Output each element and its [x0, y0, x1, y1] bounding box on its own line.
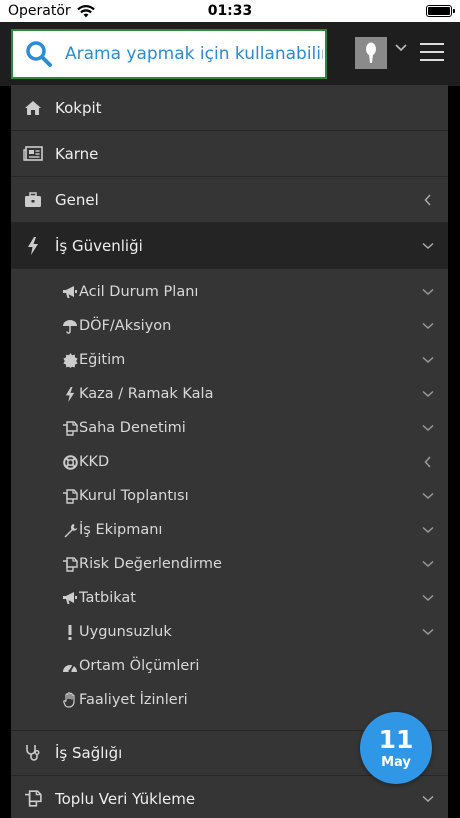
newspaper-icon [11, 146, 55, 161]
menu-item-karne[interactable]: Karne [11, 131, 448, 177]
chevron-left-icon [408, 193, 448, 206]
submenu-item-risk-degerlendirme[interactable]: Risk Değerlendirme [11, 547, 448, 581]
submenu-item-label: DÖF/Aksiyon [79, 318, 172, 334]
submenu-item-ortam-olcumleri[interactable]: Ortam Ölçümleri [11, 649, 448, 683]
menu-item-genel[interactable]: Genel [11, 177, 448, 223]
chevron-down-icon [408, 526, 448, 534]
wrench-icon [61, 523, 79, 538]
chevron-down-icon [408, 322, 448, 330]
hand-icon [61, 692, 79, 708]
date-badge[interactable]: 11 May [360, 712, 432, 784]
chevron-down-icon [408, 356, 448, 364]
bullhorn-icon [61, 591, 79, 605]
hamburger-menu-button[interactable] [420, 43, 444, 61]
chevron-down-icon [408, 795, 448, 803]
submenu-item-label: Saha Denetimi [79, 420, 186, 436]
umbrella-icon [61, 319, 79, 334]
submenu-item-label: Tatbikat [79, 590, 136, 606]
search-box[interactable] [11, 29, 327, 79]
submenu-item-label: KKD [79, 454, 110, 470]
menu-item-label: Toplu Veri Yükleme [55, 789, 196, 808]
briefcase-icon [11, 191, 55, 208]
submenu-item-kkd[interactable]: KKD [11, 445, 448, 479]
chevron-down-icon [408, 492, 448, 500]
submenu-item-label: Eğitim [79, 352, 126, 368]
wifi-icon [76, 4, 95, 18]
chevron-down-icon [408, 560, 448, 568]
chevron-down-icon [408, 288, 448, 296]
top-header [0, 22, 460, 86]
submenu-item-tatbikat[interactable]: Tatbikat [11, 581, 448, 615]
chevron-down-icon [408, 594, 448, 602]
copy-icon [61, 556, 79, 572]
bolt-icon [61, 386, 79, 402]
user-silhouette-icon [366, 42, 376, 63]
submenu-item-label: Ortam Ölçümleri [79, 658, 200, 674]
submenu-item-egitim[interactable]: Eğitim [11, 343, 448, 377]
search-icon[interactable] [13, 31, 65, 77]
submenu-item-saha-denetimi[interactable]: Saha Denetimi [11, 411, 448, 445]
battery-icon [426, 5, 455, 17]
menu-item-label: Genel [55, 190, 99, 209]
submenu-item-faaliyet-izinleri[interactable]: Faaliyet İzinleri [11, 683, 448, 717]
submenu-item-is-ekipmani[interactable]: İş Ekipmanı [11, 513, 448, 547]
exclamation-icon [61, 624, 79, 640]
home-icon [11, 100, 55, 116]
dashboard-icon [61, 660, 79, 673]
copy-icon [11, 790, 55, 807]
menu-item-label: İş Güvenliği [55, 236, 143, 255]
submenu-item-kurul-toplantisi[interactable]: Kurul Toplantısı [11, 479, 448, 513]
chevron-down-icon [408, 390, 448, 398]
date-badge-day: 11 [378, 724, 414, 754]
bullhorn-icon [61, 285, 79, 299]
submenu-item-label: İş Ekipmanı [79, 522, 163, 538]
submenu-item-uygunsuzluk[interactable]: Uygunsuzluk [11, 615, 448, 649]
hamburger-line [420, 43, 444, 45]
search-input[interactable] [65, 44, 323, 64]
submenu-item-acil-durum-plani[interactable]: Acil Durum Planı [11, 275, 448, 309]
submenu-item-label: Acil Durum Planı [79, 284, 199, 300]
avatar[interactable] [355, 37, 387, 69]
menu-item-label: Kokpit [55, 98, 102, 117]
chevron-down-icon [408, 424, 448, 432]
carrier-label: Operatör [8, 3, 71, 19]
submenu-item-label: Kurul Toplantısı [79, 488, 189, 504]
chevron-down-icon [408, 628, 448, 636]
menu-item-label: Karne [55, 144, 99, 163]
menu-item-kokpit[interactable]: Kokpit [11, 85, 448, 131]
submenu-item-kaza-ramak-kala[interactable]: Kaza / Ramak Kala [11, 377, 448, 411]
certificate-icon [61, 352, 79, 368]
copy-icon [61, 488, 79, 504]
side-menu: Kokpit Karne Genel İş Güvenliği Acil Dur… [11, 85, 448, 818]
date-badge-month: May [381, 754, 411, 770]
status-bar: Operatör 01:33 [0, 0, 460, 22]
bolt-icon [11, 236, 55, 255]
menu-item-toplu-veri-yukleme[interactable]: Toplu Veri Yükleme [11, 776, 448, 818]
menu-item-is-guvenligi[interactable]: İş Güvenliği [11, 223, 448, 269]
submenu-item-dof-aksiyon[interactable]: DÖF/Aksiyon [11, 309, 448, 343]
chevron-down-icon[interactable] [395, 44, 407, 52]
copy-icon [61, 420, 79, 436]
life-ring-icon [61, 454, 79, 470]
hamburger-line [420, 59, 444, 61]
submenu-item-label: Kaza / Ramak Kala [79, 386, 214, 402]
submenu-item-label: Uygunsuzluk [79, 624, 172, 640]
submenu-item-label: Risk Değerlendirme [79, 556, 222, 572]
stethoscope-icon [11, 744, 55, 762]
chevron-left-icon [408, 456, 448, 468]
submenu-item-label: Faaliyet İzinleri [79, 692, 188, 708]
hamburger-line [420, 51, 444, 53]
chevron-down-icon [408, 242, 448, 250]
